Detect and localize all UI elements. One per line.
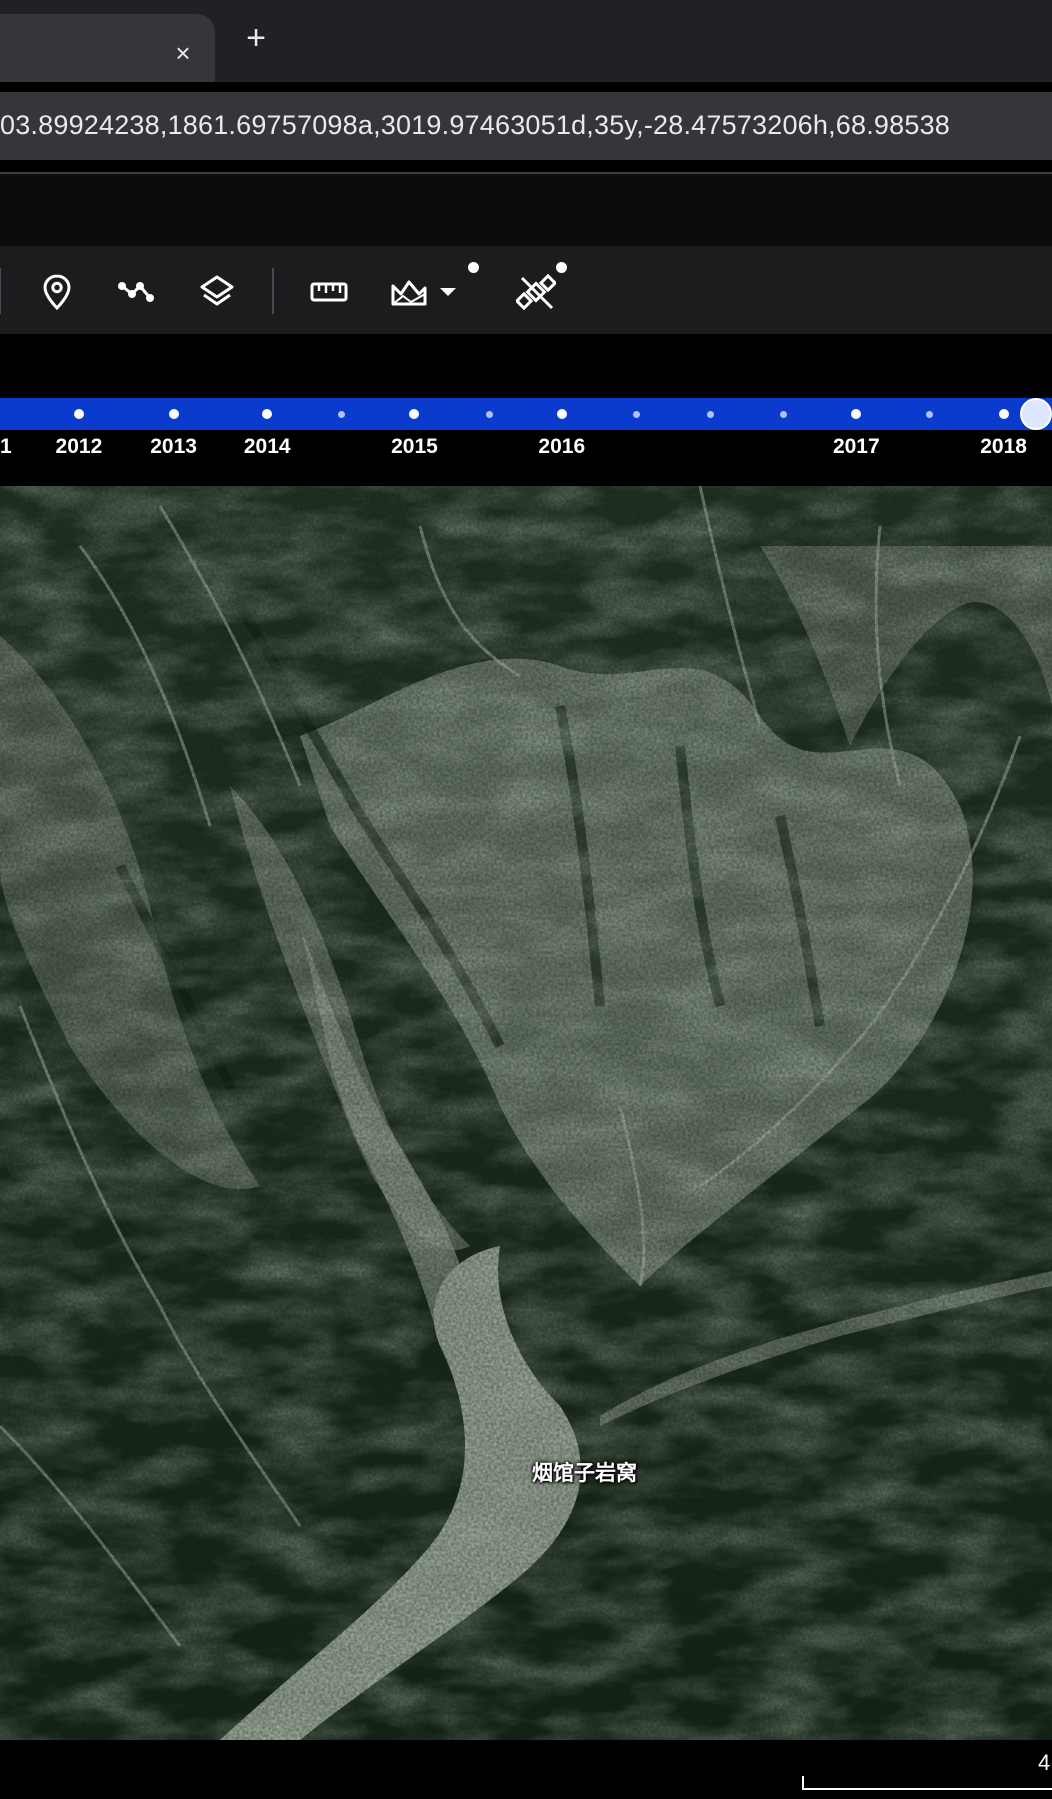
scale-bar xyxy=(802,1776,1052,1790)
layers-button[interactable] xyxy=(191,266,243,318)
timeline-date-dot[interactable] xyxy=(338,410,346,418)
timeline-year-label: 2016 xyxy=(538,435,586,458)
timeline-date-dot[interactable] xyxy=(926,410,934,418)
path-icon xyxy=(118,282,154,302)
satellite-map-view[interactable]: 烟馆子岩窝 xyxy=(0,486,1052,1740)
ruler-icon xyxy=(310,282,348,302)
timeline-date-dot[interactable] xyxy=(851,409,862,419)
placemark-icon xyxy=(43,274,71,311)
historical-imagery-dropdown[interactable] xyxy=(433,266,463,318)
app-header xyxy=(0,174,1052,246)
timeline-date-dot[interactable] xyxy=(409,409,420,419)
add-path-button[interactable] xyxy=(110,266,162,318)
browser-tab-bar: × + xyxy=(0,0,1052,82)
add-placemark-button[interactable] xyxy=(31,266,83,318)
place-label[interactable]: 烟馆子岩窝 xyxy=(532,1457,637,1487)
timeline-date-dot[interactable] xyxy=(485,410,493,418)
timeline-year-labels: 1 2012 2013 2014 2015 2016 2017 2018 xyxy=(0,430,1052,486)
timeline-date-dot[interactable] xyxy=(168,409,179,419)
new-tab-button[interactable]: + xyxy=(240,21,272,55)
measure-button[interactable] xyxy=(303,266,355,318)
satellite-button[interactable] xyxy=(510,266,562,318)
timeline-date-dot[interactable] xyxy=(262,409,273,419)
toolbar-separator xyxy=(0,268,1,314)
timeline-year-label: 2017 xyxy=(832,435,880,458)
chevron-down-icon xyxy=(440,288,456,296)
historical-imagery-timeline[interactable] xyxy=(0,398,1052,430)
timeline-date-dot[interactable] xyxy=(632,410,640,418)
timeline-year-label: 2018 xyxy=(980,435,1027,458)
timeline-date-dot[interactable] xyxy=(73,409,84,419)
notification-dot xyxy=(556,262,567,273)
notification-dot xyxy=(468,262,479,273)
earth-toolbar xyxy=(0,246,1052,334)
timeline-year-label: 2013 xyxy=(150,435,197,458)
satellite-icon xyxy=(516,273,556,311)
timeline-date-dot[interactable] xyxy=(998,409,1009,419)
timeline-year-label: 2012 xyxy=(55,435,103,458)
timeline-year-label: 2015 xyxy=(391,435,438,458)
timeline-date-dot[interactable] xyxy=(706,410,714,418)
timeline-date-dot[interactable] xyxy=(556,409,567,419)
layers-icon xyxy=(200,275,234,306)
scale-text: 4 xyxy=(1038,1750,1051,1775)
terrain-imagery xyxy=(0,486,1052,1740)
timeline-year-label: 2014 xyxy=(243,435,291,458)
close-tab-icon[interactable]: × xyxy=(170,40,196,66)
spacer xyxy=(0,334,1052,398)
timeline-year-label: 1 xyxy=(0,435,12,458)
address-bar[interactable]: 03.89924238,1861.69757098a,3019.97463051… xyxy=(0,92,1052,160)
historical-imagery-button[interactable] xyxy=(383,266,435,318)
historical-imagery-icon xyxy=(391,280,427,306)
map-footer: 4 xyxy=(0,1740,1052,1799)
toolbar-separator xyxy=(272,268,274,314)
url-text: 03.89924238,1861.69757098a,3019.97463051… xyxy=(0,110,951,140)
timeline-slider-handle[interactable] xyxy=(1020,398,1052,430)
timeline-date-dot[interactable] xyxy=(780,410,788,418)
browser-tab[interactable]: × xyxy=(0,14,215,82)
